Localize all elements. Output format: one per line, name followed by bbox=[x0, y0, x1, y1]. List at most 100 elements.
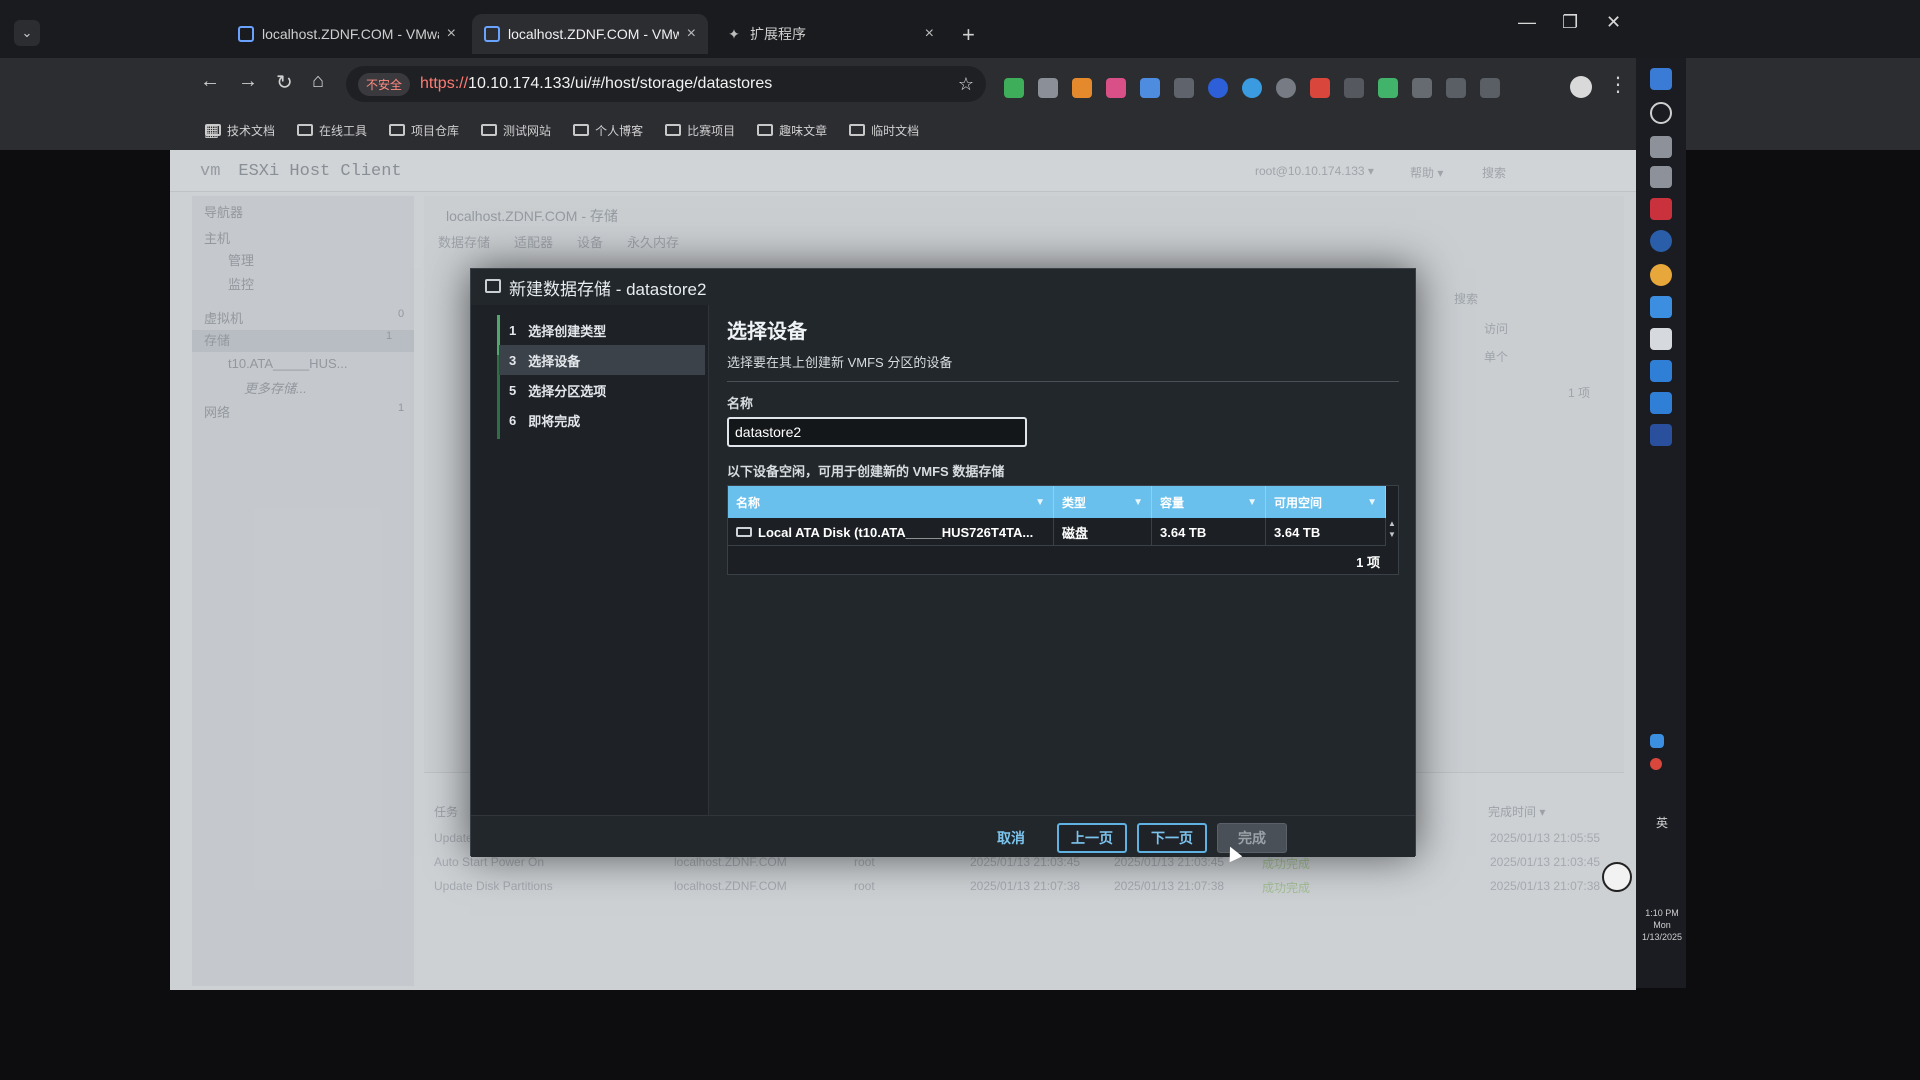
extension-icon[interactable] bbox=[1276, 78, 1296, 98]
bookmark-folder[interactable]: 在线工具 bbox=[297, 122, 367, 139]
app-icon[interactable] bbox=[1650, 166, 1672, 188]
cell-device-name[interactable]: Local ATA Disk (t10.ATA_____HUS726T4TA..… bbox=[728, 518, 1054, 546]
extension-icon[interactable] bbox=[1038, 78, 1058, 98]
windows-start-icon[interactable] bbox=[1650, 68, 1672, 90]
bookmark-folder[interactable]: 比赛项目 bbox=[665, 122, 735, 139]
reload-icon[interactable]: ↻ bbox=[276, 70, 293, 95]
close-window-icon[interactable]: ✕ bbox=[1606, 12, 1621, 33]
extension-icon[interactable] bbox=[1072, 78, 1092, 98]
devices-label: 以下设备空闲，可用于创建新的 VMFS 数据存储 bbox=[727, 464, 1005, 479]
os-sidebar: 英 1:10 PM Mon 1/13/2025 bbox=[1636, 58, 1686, 988]
folder-icon bbox=[481, 124, 498, 136]
tray-icon[interactable] bbox=[1650, 758, 1662, 770]
grid-scrollbar[interactable]: ▲ ▼ bbox=[1386, 518, 1398, 546]
home-icon[interactable]: ⌂ bbox=[312, 70, 324, 93]
table-row[interactable]: Local ATA Disk (t10.ATA_____HUS726T4TA..… bbox=[728, 518, 1386, 546]
app-icon[interactable] bbox=[1650, 392, 1672, 414]
restore-icon[interactable]: ❐ bbox=[1562, 12, 1578, 33]
column-free-space[interactable]: 可用空间 ▼ bbox=[1266, 486, 1386, 518]
tab-close-icon[interactable]: × bbox=[447, 25, 456, 43]
bookmark-folder[interactable]: 个人博客 bbox=[573, 122, 643, 139]
insecure-badge[interactable]: 不安全 bbox=[358, 72, 411, 96]
folder-icon bbox=[665, 124, 682, 136]
bookmark-folder[interactable]: 测试网站 bbox=[481, 122, 551, 139]
bookmarks-bar: ▦ 技术文档 在线工具 项目仓库 测试网站 个人博客 比赛项目 趣味文章 临时文… bbox=[0, 110, 1920, 150]
tab-title: localhost.ZDNF.COM - VMware ESXi bbox=[262, 26, 439, 42]
tab-close-icon[interactable]: × bbox=[687, 25, 696, 43]
extension-icon[interactable] bbox=[1106, 78, 1126, 98]
notepad-icon[interactable] bbox=[1650, 328, 1672, 350]
apps-grid-icon[interactable]: ▦ bbox=[204, 121, 219, 141]
outlook-icon[interactable] bbox=[1650, 360, 1672, 382]
extension-icon[interactable] bbox=[1004, 78, 1024, 98]
wizard-step-create-type[interactable]: 1 选择创建类型 bbox=[499, 315, 705, 345]
tab-close-icon[interactable]: × bbox=[925, 25, 934, 43]
wizard-step-partition[interactable]: 5 选择分区选项 bbox=[499, 375, 705, 405]
vscode-icon[interactable] bbox=[1650, 424, 1672, 446]
grid-item-count: 1 项 bbox=[1356, 555, 1380, 570]
url-text[interactable]: https://10.10.174.133/ui/#/host/storage/… bbox=[420, 75, 772, 93]
grid-header: 名称 ▼ 类型 ▼ 容量 ▼ 可用空间 ▼ bbox=[728, 486, 1386, 518]
extension-icon[interactable] bbox=[1310, 78, 1330, 98]
column-type[interactable]: 类型 ▼ bbox=[1054, 486, 1152, 518]
back-icon[interactable]: ← bbox=[200, 70, 220, 93]
shield-icon[interactable] bbox=[1378, 78, 1398, 98]
extension-icon[interactable] bbox=[1140, 78, 1160, 98]
chevron-down-icon: ▼ bbox=[1035, 496, 1045, 508]
wizard-step-select-device[interactable]: 3 选择设备 bbox=[499, 345, 705, 375]
search-icon[interactable] bbox=[1650, 102, 1672, 124]
address-bar[interactable]: 不安全 https://10.10.174.133/ui/#/host/stor… bbox=[346, 66, 986, 102]
forward-icon[interactable]: → bbox=[238, 70, 258, 93]
bookmark-star-icon[interactable]: ☆ bbox=[958, 74, 974, 95]
puzzle-icon[interactable] bbox=[1412, 78, 1432, 98]
task-view-icon[interactable] bbox=[1650, 136, 1672, 158]
folder-icon bbox=[573, 124, 590, 136]
tab-title: localhost.ZDNF.COM - VMware ESXi bbox=[508, 26, 679, 42]
clock-date: 1/13/2025 bbox=[1642, 932, 1683, 942]
datastore-icon bbox=[485, 279, 501, 293]
column-name[interactable]: 名称 ▼ bbox=[728, 486, 1054, 518]
chrome-icon[interactable] bbox=[1650, 264, 1672, 286]
minimize-icon[interactable]: — bbox=[1518, 12, 1536, 33]
tab-esxi-1[interactable]: localhost.ZDNF.COM - VMware ESXi × bbox=[226, 14, 468, 54]
extension-icon[interactable] bbox=[1174, 78, 1194, 98]
assistant-avatar[interactable] bbox=[1602, 862, 1632, 892]
extension-icon[interactable] bbox=[1208, 78, 1228, 98]
bookmark-folder[interactable]: 项目仓库 bbox=[389, 122, 459, 139]
cell-device-capacity: 3.64 TB bbox=[1152, 518, 1266, 546]
extension-icon[interactable] bbox=[1242, 78, 1262, 98]
bookmark-folder[interactable]: 趣味文章 bbox=[757, 122, 827, 139]
datastore-name-input[interactable] bbox=[727, 417, 1027, 447]
ime-indicator[interactable]: 英 bbox=[1642, 817, 1682, 829]
tab-search-button[interactable]: ⌄ bbox=[14, 20, 40, 46]
sync-icon[interactable] bbox=[1480, 78, 1500, 98]
new-tab-button[interactable]: + bbox=[962, 22, 975, 48]
bookmark-folder[interactable]: 临时文档 bbox=[849, 122, 919, 139]
tab-extensions[interactable]: ✦ 扩展程序 × bbox=[714, 14, 946, 54]
next-button[interactable]: 下一页 bbox=[1137, 823, 1207, 853]
tab-title: 扩展程序 bbox=[750, 26, 806, 42]
cell-device-free: 3.64 TB bbox=[1266, 518, 1386, 546]
tray-icon[interactable] bbox=[1650, 734, 1664, 748]
extension-icon[interactable] bbox=[1344, 78, 1364, 98]
previous-button[interactable]: 上一页 bbox=[1057, 823, 1127, 853]
cancel-button[interactable]: 取消 bbox=[981, 823, 1041, 853]
tab-strip: ⌄ localhost.ZDNF.COM - VMware ESXi × loc… bbox=[0, 0, 1920, 58]
tab-esxi-2[interactable]: localhost.ZDNF.COM - VMware ESXi × bbox=[472, 14, 708, 54]
clock-time[interactable]: 1:10 PM bbox=[1642, 908, 1682, 919]
reading-list-icon[interactable] bbox=[1446, 78, 1466, 98]
column-capacity[interactable]: 容量 ▼ bbox=[1152, 486, 1266, 518]
puzzle-icon: ✦ bbox=[728, 25, 740, 42]
app-icon[interactable] bbox=[1650, 198, 1672, 220]
clock-day: Mon bbox=[1653, 920, 1671, 930]
profile-avatar[interactable] bbox=[1570, 76, 1592, 98]
step-subheading: 选择要在其上创建新 VMFS 分区的设备 bbox=[727, 352, 1399, 382]
menu-icon[interactable]: ⋮ bbox=[1608, 72, 1628, 97]
folder-icon bbox=[389, 124, 406, 136]
photos-icon[interactable] bbox=[1650, 296, 1672, 318]
name-label: 名称 bbox=[727, 396, 754, 411]
device-grid: 名称 ▼ 类型 ▼ 容量 ▼ 可用空间 ▼ Local ATA Disk (t10.AT… bbox=[727, 485, 1399, 575]
app-icon[interactable] bbox=[1650, 230, 1672, 252]
browser-chrome: ⌄ localhost.ZDNF.COM - VMware ESXi × loc… bbox=[0, 0, 1920, 150]
wizard-step-ready[interactable]: 6 即将完成 bbox=[499, 405, 705, 435]
